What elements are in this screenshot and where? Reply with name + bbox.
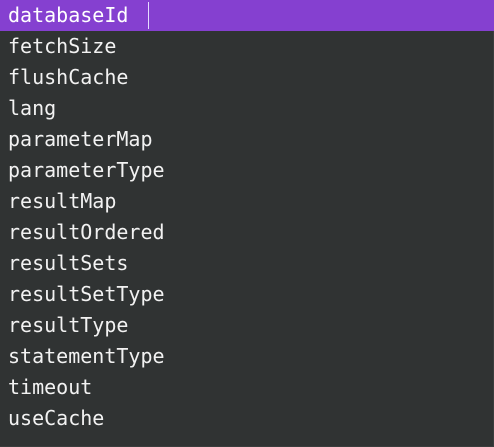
- suggestion-item-resultSetType[interactable]: resultSetType: [0, 279, 494, 310]
- suggestion-item-resultType[interactable]: resultType: [0, 310, 494, 341]
- suggestion-item-databaseId[interactable]: databaseId: [0, 0, 494, 31]
- suggestion-label: resultSetType: [8, 282, 165, 306]
- autocomplete-list: databaseId fetchSize flushCache lang par…: [0, 0, 494, 434]
- suggestion-label: resultOrdered: [8, 220, 165, 244]
- suggestion-item-resultOrdered[interactable]: resultOrdered: [0, 217, 494, 248]
- suggestion-item-useCache[interactable]: useCache: [0, 403, 494, 434]
- suggestion-item-parameterType[interactable]: parameterType: [0, 155, 494, 186]
- suggestion-item-resultSets[interactable]: resultSets: [0, 248, 494, 279]
- suggestion-label: fetchSize: [8, 34, 117, 58]
- suggestion-label: databaseId: [8, 3, 129, 27]
- suggestion-label: parameterType: [8, 158, 165, 182]
- autocomplete-popup: databaseId fetchSize flushCache lang par…: [0, 0, 494, 447]
- suggestion-label: parameterMap: [8, 127, 153, 151]
- suggestion-item-fetchSize[interactable]: fetchSize: [0, 31, 494, 62]
- suggestion-label: timeout: [8, 375, 93, 399]
- suggestion-label: resultSets: [8, 251, 129, 275]
- suggestion-label: resultMap: [8, 189, 117, 213]
- suggestion-item-parameterMap[interactable]: parameterMap: [0, 124, 494, 155]
- suggestion-item-timeout[interactable]: timeout: [0, 372, 494, 403]
- suggestion-label: resultType: [8, 313, 129, 337]
- suggestion-item-statementType[interactable]: statementType: [0, 341, 494, 372]
- text-cursor: [148, 2, 149, 29]
- suggestion-label: lang: [8, 96, 57, 120]
- suggestion-item-lang[interactable]: lang: [0, 93, 494, 124]
- suggestion-label: flushCache: [8, 65, 129, 89]
- suggestion-item-flushCache[interactable]: flushCache: [0, 62, 494, 93]
- suggestion-label: statementType: [8, 344, 165, 368]
- suggestion-label: useCache: [8, 406, 105, 430]
- suggestion-item-resultMap[interactable]: resultMap: [0, 186, 494, 217]
